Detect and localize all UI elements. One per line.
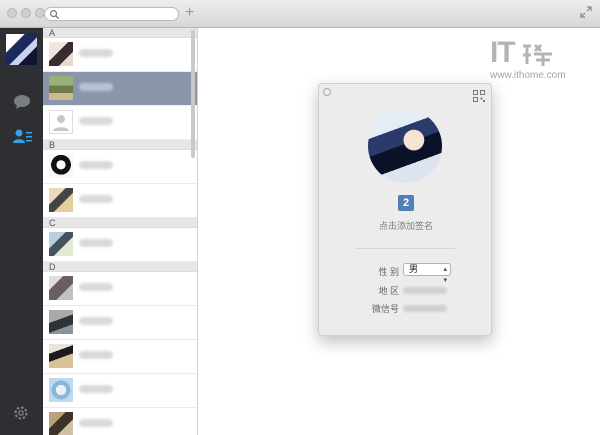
scrollbar[interactable]	[191, 30, 195, 158]
contact-name	[79, 419, 113, 427]
contact-row[interactable]	[43, 306, 197, 340]
chat-icon[interactable]	[13, 94, 31, 110]
section-header: D	[43, 262, 197, 272]
contact-row[interactable]	[43, 150, 197, 184]
contact-name	[79, 83, 113, 91]
contact-name	[79, 49, 113, 57]
contact-avatar	[49, 378, 73, 402]
main-pane: IT www.ithome.com 2 点击添加签名 性 别 男 ▴ ▾ 地 区 …	[198, 28, 600, 435]
wechat-id-label: 微信号	[371, 304, 399, 314]
plus-icon[interactable]: +	[185, 4, 194, 22]
contact-row[interactable]	[43, 408, 197, 435]
contact-name	[79, 317, 113, 325]
section-header: C	[43, 218, 197, 228]
qr-code-icon[interactable]	[473, 90, 485, 102]
level-badge: 2	[398, 195, 414, 211]
gender-select[interactable]: 男 ▴ ▾	[403, 263, 451, 284]
chevron-updown-icon: ▴ ▾	[443, 266, 447, 284]
contact-name	[79, 117, 113, 125]
watermark-glyph-icon	[522, 43, 552, 66]
contact-avatar	[49, 412, 73, 435]
profile-card: 2 点击添加签名 性 别 男 ▴ ▾ 地 区 微信号	[318, 83, 492, 336]
contact-name	[79, 351, 113, 359]
contact-row[interactable]	[43, 374, 197, 408]
region-label: 地 区	[378, 286, 399, 296]
contact-name	[79, 283, 113, 291]
contact-avatar	[49, 344, 73, 368]
wechat-id-value	[403, 305, 447, 312]
watermark-url: www.ithome.com	[490, 70, 566, 81]
search-input[interactable]	[44, 7, 179, 21]
contact-avatar	[49, 42, 73, 66]
contact-name	[79, 195, 113, 203]
contact-avatar	[49, 276, 73, 300]
gear-icon[interactable]	[12, 404, 30, 422]
title-bar: +	[0, 0, 600, 28]
contact-name	[79, 239, 113, 247]
contacts-icon[interactable]	[13, 128, 33, 144]
minimize-window-button[interactable]	[21, 8, 31, 18]
my-avatar[interactable]	[6, 34, 37, 65]
section-header: B	[43, 140, 197, 150]
contact-name	[79, 161, 113, 169]
contact-row[interactable]	[43, 340, 197, 374]
contact-row[interactable]	[43, 272, 197, 306]
divider	[355, 248, 455, 249]
watermark: IT www.ithome.com	[490, 36, 580, 82]
fullscreen-icon[interactable]	[580, 6, 592, 18]
contact-row[interactable]	[43, 38, 197, 72]
signature-hint[interactable]: 点击添加签名	[319, 219, 493, 232]
contact-avatar	[49, 232, 73, 256]
contact-avatar	[49, 154, 73, 178]
close-window-button[interactable]	[7, 8, 17, 18]
contact-row[interactable]	[43, 228, 197, 262]
watermark-logo: IT	[490, 36, 516, 69]
gender-label: 性 别	[378, 267, 399, 277]
section-header: A	[43, 28, 197, 38]
contact-avatar	[49, 188, 73, 212]
search-icon	[50, 10, 60, 20]
nav-sidebar	[0, 28, 43, 435]
contact-row[interactable]	[43, 106, 197, 140]
contact-avatar	[49, 76, 73, 100]
default-avatar-icon	[49, 110, 73, 134]
profile-photo[interactable]	[368, 109, 442, 183]
card-close-button[interactable]	[323, 88, 331, 96]
region-value	[403, 287, 447, 294]
contact-row[interactable]	[43, 72, 197, 106]
gender-value: 男	[409, 264, 419, 274]
contact-list[interactable]: ABCDF	[43, 28, 198, 435]
contact-row[interactable]	[43, 184, 197, 218]
contact-avatar	[49, 310, 73, 334]
contact-name	[79, 385, 113, 393]
